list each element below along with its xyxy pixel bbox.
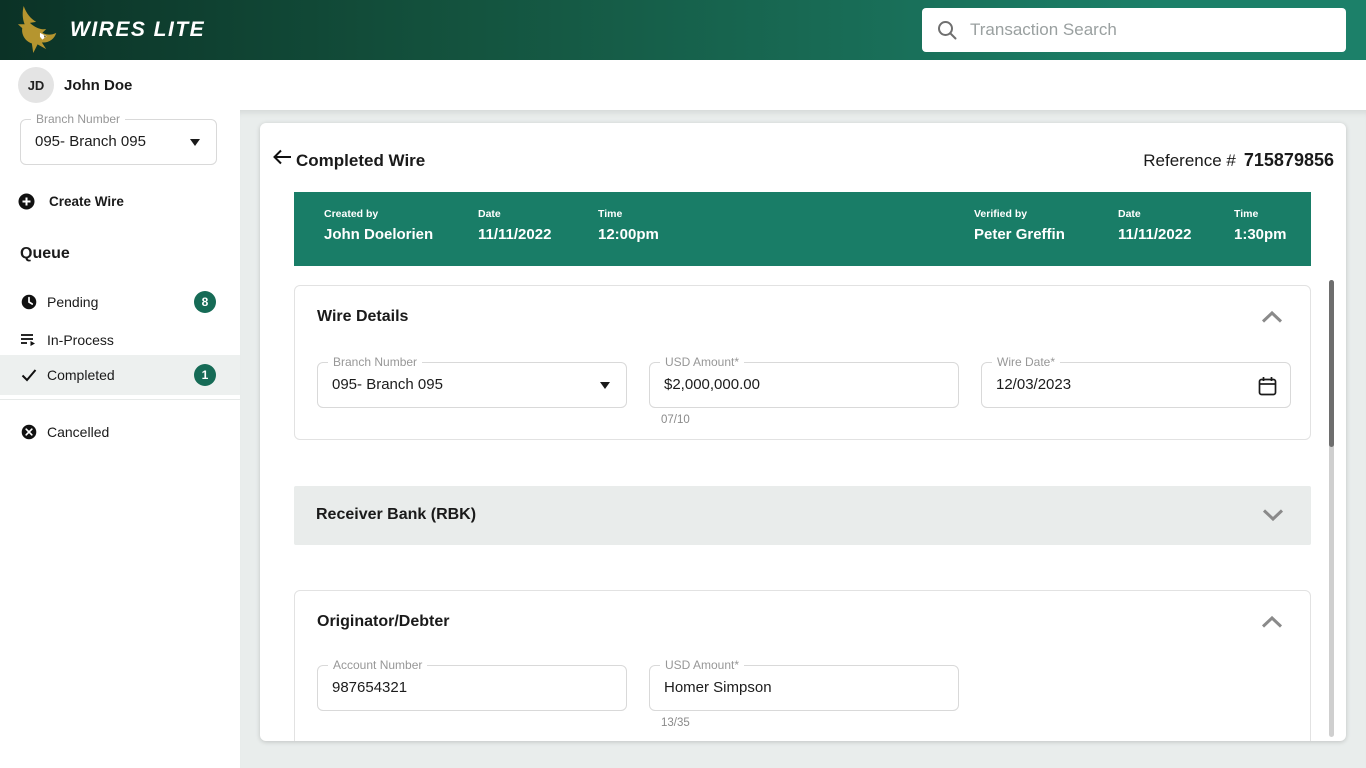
main-content-area: Completed Wire Reference # 715879856 Crea…: [240, 110, 1366, 768]
app-logo[interactable]: WIRES LITE: [16, 4, 205, 56]
user-profile[interactable]: JD John Doe: [18, 67, 132, 103]
account-number-value: 987654321: [332, 666, 407, 710]
created-by-block: Created by John Doelorien: [324, 208, 433, 243]
plus-circle-icon: [18, 193, 35, 210]
originator-usd-counter: 13/35: [661, 717, 690, 729]
completed-count-badge: 1: [194, 364, 216, 386]
completed-wire-card: Completed Wire Reference # 715879856 Crea…: [260, 123, 1346, 741]
back-arrow-icon[interactable]: [272, 149, 292, 170]
playlist-icon: [20, 332, 37, 348]
collapse-chevron-up-icon[interactable]: [1260, 615, 1284, 634]
verified-by-name: Peter Greffin: [974, 226, 1065, 243]
pending-count-badge: 8: [194, 291, 216, 313]
reference-label: Reference #: [1143, 151, 1236, 170]
created-date-block: Date 11/11/2022: [478, 208, 551, 243]
check-icon: [20, 368, 37, 382]
chevron-down-icon: [190, 139, 200, 146]
receiver-bank-title: Receiver Bank (RBK): [316, 506, 476, 524]
search-icon: [936, 19, 958, 41]
wire-date-value: 12/03/2023: [996, 363, 1071, 407]
expand-chevron-down-icon[interactable]: [1261, 508, 1285, 527]
verified-by-block: Verified by Peter Greffin: [974, 208, 1065, 243]
created-time-block: Time 12:00pm: [598, 208, 659, 243]
create-wire-label: Create Wire: [49, 194, 124, 209]
reference-value: 715879856: [1244, 150, 1334, 170]
created-by-label: Created by: [324, 208, 433, 220]
app-window: WIRES LITE JD John Doe Branch Number 095…: [0, 0, 1366, 768]
originator-usd-amount-value: Homer Simpson: [664, 666, 772, 710]
verified-date-block: Date 11/11/2022: [1118, 208, 1191, 243]
transaction-search[interactable]: [922, 8, 1346, 52]
chevron-down-icon: [600, 382, 610, 389]
account-number-field[interactable]: Account Number 987654321: [317, 665, 627, 711]
wire-details-title: Wire Details: [317, 308, 408, 326]
created-time-value: 12:00pm: [598, 226, 659, 243]
sidebar-item-in-process[interactable]: In-Process: [0, 320, 240, 360]
scrollbar-thumb[interactable]: [1329, 280, 1334, 447]
queue-item-label: Completed: [47, 367, 115, 383]
originator-title: Originator/Debter: [317, 613, 449, 631]
avatar: JD: [18, 67, 54, 103]
wire-date-field[interactable]: Wire Date* 12/03/2023: [981, 362, 1291, 408]
receiver-bank-section[interactable]: Receiver Bank (RBK): [294, 486, 1311, 545]
verified-time-value: 1:30pm: [1234, 226, 1287, 243]
create-wire-button[interactable]: Create Wire: [18, 193, 124, 210]
queue-item-label: Cancelled: [47, 424, 109, 440]
sidebar-divider: [0, 399, 240, 400]
created-time-label: Time: [598, 208, 659, 220]
collapse-chevron-up-icon[interactable]: [1260, 310, 1284, 329]
audit-banner: Created by John Doelorien Date 11/11/202…: [294, 192, 1311, 266]
branch-select-value: 095- Branch 095: [35, 120, 146, 164]
usd-amount-field[interactable]: USD Amount* $2,000,000.00: [649, 362, 959, 408]
usd-amount-value: $2,000,000.00: [664, 363, 760, 407]
branch-number-select[interactable]: Branch Number 095- Branch 095: [20, 119, 217, 165]
search-input[interactable]: [970, 20, 1332, 40]
page-title: Completed Wire: [296, 151, 425, 171]
scrollbar-track[interactable]: [1329, 280, 1334, 737]
top-header: WIRES LITE: [0, 0, 1366, 60]
originator-section: Originator/Debter Account Number 9876543…: [294, 590, 1311, 741]
user-name: John Doe: [64, 77, 132, 94]
created-date-value: 11/11/2022: [478, 226, 551, 243]
calendar-icon[interactable]: [1258, 376, 1277, 401]
reference-number: Reference # 715879856: [1143, 150, 1334, 171]
cancel-icon: [20, 424, 37, 440]
created-by-name: John Doelorien: [324, 226, 433, 243]
eagle-logo-icon: [16, 4, 62, 56]
sidebar-item-completed[interactable]: Completed 1: [0, 355, 240, 395]
verified-time-label: Time: [1234, 208, 1287, 220]
originator-usd-amount-field[interactable]: USD Amount* Homer Simpson: [649, 665, 959, 711]
queue-heading: Queue: [20, 245, 70, 263]
queue-item-label: In-Process: [47, 332, 114, 348]
wire-details-section: Wire Details Branch Number 095- Branch 0…: [294, 285, 1311, 440]
verified-date-value: 11/11/2022: [1118, 226, 1191, 243]
verified-time-block: Time 1:30pm: [1234, 208, 1287, 243]
sidebar-item-cancelled[interactable]: Cancelled: [0, 412, 240, 452]
sidebar: JD John Doe Branch Number 095- Branch 09…: [0, 60, 240, 768]
branch-field-value: 095- Branch 095: [332, 363, 443, 407]
card-header: Completed Wire Reference # 715879856: [260, 123, 1346, 183]
app-name: WIRES LITE: [70, 18, 205, 42]
clock-icon: [20, 294, 37, 310]
verified-date-label: Date: [1118, 208, 1191, 220]
sidebar-item-pending[interactable]: Pending 8: [0, 282, 240, 322]
created-date-label: Date: [478, 208, 551, 220]
verified-by-label: Verified by: [974, 208, 1065, 220]
queue-item-label: Pending: [47, 294, 98, 310]
usd-amount-counter: 07/10: [661, 414, 690, 426]
branch-number-field[interactable]: Branch Number 095- Branch 095: [317, 362, 627, 408]
